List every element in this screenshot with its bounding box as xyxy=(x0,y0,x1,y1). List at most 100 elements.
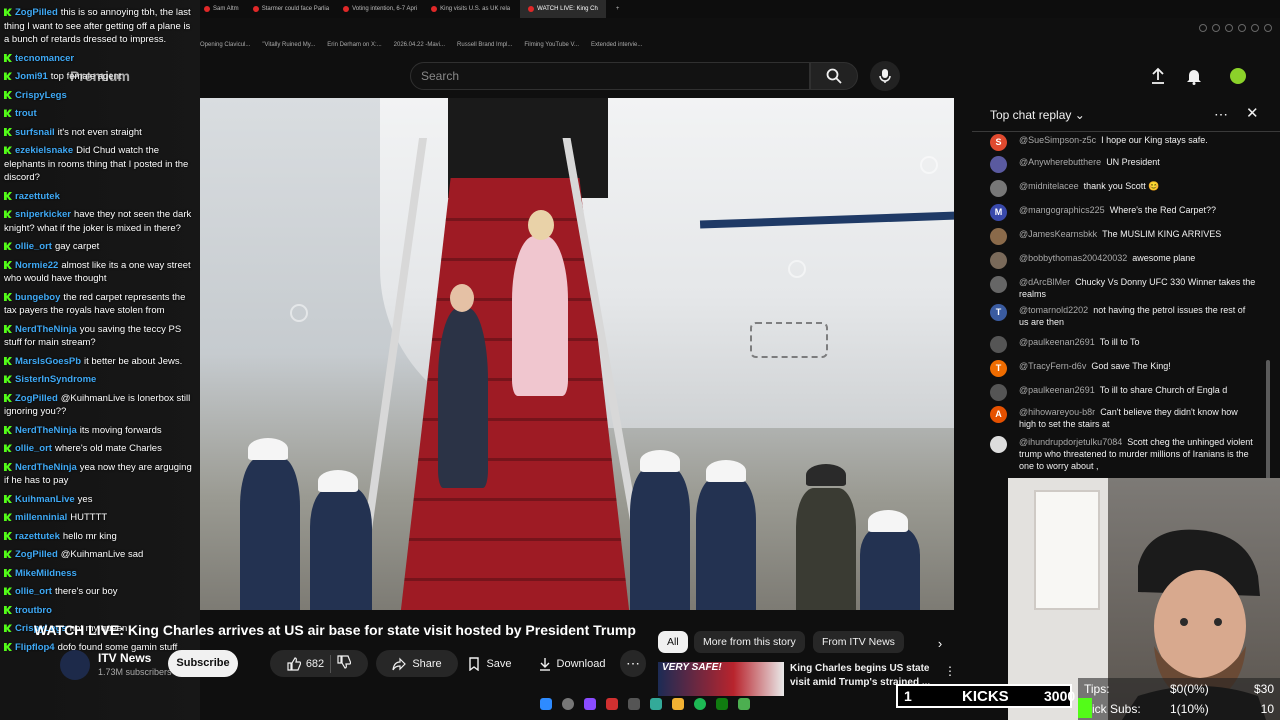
download-button[interactable]: Download xyxy=(526,650,618,677)
bookmark[interactable]: Filming YouTube V... xyxy=(524,42,579,48)
windows-start-icon[interactable] xyxy=(540,698,552,710)
chat-username[interactable]: razettutek xyxy=(15,191,60,202)
chat-username[interactable]: Jomi91 xyxy=(15,71,48,82)
chat-author[interactable]: @tomarnold2202 xyxy=(1019,305,1088,315)
chip-all[interactable]: All xyxy=(658,631,688,653)
extension-icon[interactable] xyxy=(1264,24,1272,32)
chat-avatar[interactable]: S xyxy=(990,134,1007,151)
upload-button[interactable] xyxy=(1148,66,1168,86)
extension-icon[interactable] xyxy=(1238,24,1246,32)
chat-author[interactable]: @SueSimpson-z5c xyxy=(1019,135,1096,145)
chat-avatar[interactable] xyxy=(990,384,1007,401)
chat-username[interactable]: MarsIsGoesPb xyxy=(15,356,81,367)
chat-avatar[interactable]: A xyxy=(990,406,1007,423)
more-vert-icon[interactable]: ⋮ xyxy=(944,664,956,678)
new-tab-button[interactable]: + xyxy=(612,6,624,12)
browser-tab-active[interactable]: WATCH LIVE: King Ch xyxy=(520,0,606,18)
save-button[interactable]: Save xyxy=(454,650,526,677)
spotify-icon[interactable] xyxy=(694,698,706,710)
chat-author[interactable]: @paulkeenan2691 xyxy=(1019,385,1095,395)
browser-tab[interactable]: King visits U.S. as UK rela xyxy=(427,6,514,12)
chat-author[interactable]: @midnitelacee xyxy=(1019,181,1079,191)
extension-icon[interactable] xyxy=(1251,24,1259,32)
extension-icon[interactable] xyxy=(1225,24,1233,32)
chat-avatar[interactable] xyxy=(990,228,1007,245)
chat-username[interactable]: SisterInSyndrome xyxy=(15,374,96,385)
chat-author[interactable]: @JamesKearnsbkk xyxy=(1019,229,1097,239)
bookmark[interactable]: Erin Derham on X:... xyxy=(327,42,381,48)
video-player[interactable] xyxy=(200,98,954,610)
chat-username[interactable]: NerdTheNinja xyxy=(15,462,77,473)
chat-username[interactable]: ezekielsnake xyxy=(15,145,73,156)
bookmark[interactable]: Extended intervie... xyxy=(591,42,642,48)
chat-username[interactable]: ollie_ort xyxy=(15,586,52,597)
browser-tab[interactable]: Sam Altm xyxy=(200,6,243,12)
chat-avatar[interactable] xyxy=(990,252,1007,269)
chat-username[interactable]: Flipflop4 xyxy=(15,642,55,653)
chip-from-channel[interactable]: From ITV News xyxy=(813,631,904,653)
chat-avatar[interactable]: T xyxy=(990,304,1007,321)
more-actions-button[interactable]: ⋯ xyxy=(620,650,646,677)
chat-username[interactable]: millenninial xyxy=(15,512,67,523)
chevron-right-icon[interactable]: › xyxy=(930,634,950,654)
subscribe-button[interactable]: Subscribe xyxy=(168,650,238,677)
chat-avatar[interactable]: M xyxy=(990,204,1007,221)
chat-avatar[interactable] xyxy=(990,156,1007,173)
chat-author[interactable]: @dArcBlMer xyxy=(1019,277,1070,287)
chat-author[interactable]: @Anywherebutthere xyxy=(1019,157,1101,167)
chip-more-from-story[interactable]: More from this story xyxy=(694,631,805,653)
channel-name[interactable]: ITV News xyxy=(98,651,151,665)
chat-username[interactable]: trout xyxy=(15,108,37,119)
live-chat-mode-dropdown[interactable]: Top chat replay ⌄ xyxy=(990,108,1085,122)
chat-username[interactable]: NerdTheNinja xyxy=(15,324,77,335)
chat-username[interactable]: ollie_ort xyxy=(15,443,52,454)
chat-username[interactable]: ollie_ort xyxy=(15,241,52,252)
taskbar-search-icon[interactable] xyxy=(562,698,574,710)
account-avatar[interactable] xyxy=(1228,66,1248,86)
notifications-button[interactable] xyxy=(1184,66,1204,86)
app-icon[interactable] xyxy=(738,698,750,710)
browser-tab[interactable]: Starmer could face Parlia xyxy=(249,6,333,12)
chat-username[interactable]: razettutek xyxy=(15,531,60,542)
chat-username[interactable]: NerdTheNinja xyxy=(15,425,77,436)
chat-username[interactable]: ZogPilled xyxy=(15,549,58,560)
chat-username[interactable]: troutbro xyxy=(15,605,52,616)
channel-avatar[interactable] xyxy=(60,650,90,680)
chat-username[interactable]: KuihmanLive xyxy=(15,494,75,505)
close-icon[interactable]: ✕ xyxy=(1246,104,1259,122)
app-icon[interactable] xyxy=(650,698,662,710)
app-icon[interactable] xyxy=(606,698,618,710)
bookmark[interactable]: "Vitally Ruined My... xyxy=(262,42,315,48)
voice-search-button[interactable] xyxy=(870,61,900,91)
chat-author[interactable]: @ihundrupdorjetulku7084 xyxy=(1019,437,1122,447)
chat-author[interactable]: @hihowareyou-b8r xyxy=(1019,407,1095,417)
app-icon[interactable] xyxy=(584,698,596,710)
chat-username[interactable]: ZogPilled xyxy=(15,7,58,18)
xbox-icon[interactable] xyxy=(716,698,728,710)
chat-username[interactable]: CrispyLegs xyxy=(15,90,67,101)
chat-avatar[interactable] xyxy=(990,336,1007,353)
chat-username[interactable]: ZogPilled xyxy=(15,393,58,404)
live-chat-scrollbar[interactable] xyxy=(1266,360,1270,480)
folder-icon[interactable] xyxy=(672,698,684,710)
chat-avatar[interactable] xyxy=(990,276,1007,293)
app-icon[interactable] xyxy=(628,698,640,710)
chat-username[interactable]: bungeboy xyxy=(15,292,60,303)
chat-avatar[interactable]: T xyxy=(990,360,1007,377)
search-input[interactable]: Search xyxy=(410,62,810,90)
bookmark[interactable]: Opening Clavicul... xyxy=(200,42,250,48)
chat-author[interactable]: @mangographics225 xyxy=(1019,205,1105,215)
more-options-icon[interactable]: ⋯ xyxy=(1214,106,1228,123)
chat-author[interactable]: @TracyFern-d6v xyxy=(1019,361,1086,371)
chat-username[interactable]: Normie22 xyxy=(15,260,58,271)
chat-username[interactable]: MikeMildness xyxy=(15,568,77,579)
chat-username[interactable]: tecnomancer xyxy=(15,53,74,64)
chat-author[interactable]: @bobbythomas200420032 xyxy=(1019,253,1127,263)
like-button[interactable]: 682 xyxy=(287,656,324,671)
bookmark[interactable]: Russell Brand Impl... xyxy=(457,42,512,48)
chat-username[interactable]: sniperkicker xyxy=(15,209,71,220)
chat-author[interactable]: @paulkeenan2691 xyxy=(1019,337,1095,347)
chat-avatar[interactable] xyxy=(990,180,1007,197)
share-button[interactable]: Share xyxy=(376,650,458,677)
dislike-button[interactable] xyxy=(337,655,352,672)
